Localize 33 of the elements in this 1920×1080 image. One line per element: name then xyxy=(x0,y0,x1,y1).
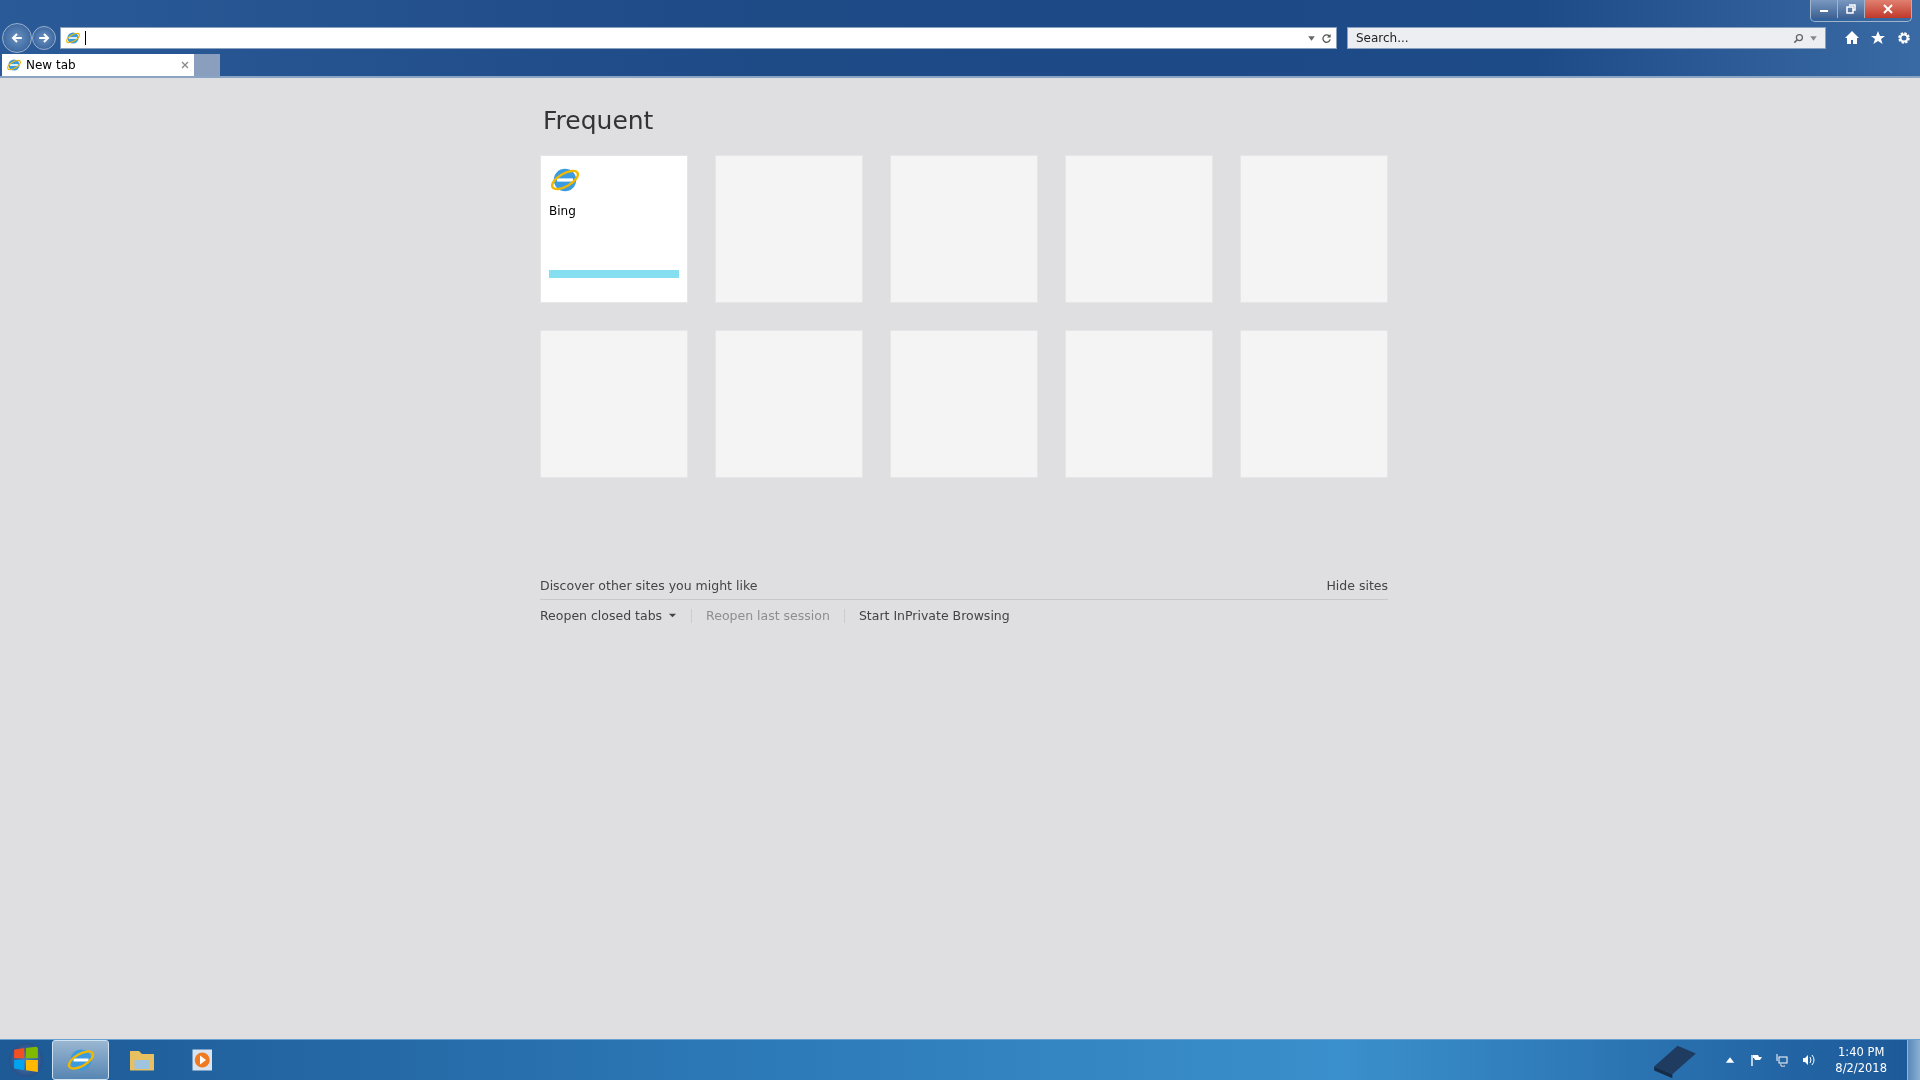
browser-tab[interactable]: New tab xyxy=(2,54,194,76)
close-icon xyxy=(1882,4,1894,14)
network-icon[interactable] xyxy=(1775,1053,1790,1067)
star-icon[interactable] xyxy=(1870,30,1886,46)
close-tab-icon[interactable] xyxy=(180,60,190,70)
restore-icon xyxy=(1845,4,1857,14)
browser-logo-icon xyxy=(6,57,22,73)
minimize-button[interactable] xyxy=(1811,0,1838,18)
site-name: Bing xyxy=(549,204,577,220)
forward-button[interactable] xyxy=(32,26,56,50)
search-bar[interactable]: Search... xyxy=(1347,27,1826,49)
action-link[interactable]: Start InPrivate Browsing xyxy=(858,608,1010,623)
discover-text: Discover other sites you might like xyxy=(540,578,758,593)
browser-logo-icon xyxy=(65,30,81,46)
flag-icon[interactable] xyxy=(1749,1053,1764,1067)
refresh-icon[interactable] xyxy=(1321,32,1332,44)
clock[interactable]: 1:40 PM 8/2/2018 xyxy=(1827,1044,1895,1076)
search-icon[interactable] xyxy=(1793,32,1804,44)
speaker-icon[interactable] xyxy=(1801,1053,1816,1067)
close-button[interactable] xyxy=(1865,0,1911,18)
windows-logo-icon xyxy=(9,1043,43,1077)
caret-icon xyxy=(668,611,678,620)
search-input[interactable]: Search... xyxy=(1354,30,1789,46)
home-icon[interactable] xyxy=(1844,30,1860,46)
text-cursor xyxy=(85,31,86,45)
settings-icon[interactable] xyxy=(1896,30,1912,46)
action-link[interactable]: Reopen closed tabs xyxy=(540,608,678,623)
hide-sites-link[interactable]: Hide sites xyxy=(1326,578,1388,593)
taskbar-app-button[interactable] xyxy=(52,1040,109,1080)
restore-button[interactable] xyxy=(1838,0,1865,18)
back-button[interactable] xyxy=(2,23,32,53)
section-heading: Frequent xyxy=(543,106,655,135)
site-tile[interactable]: Bing xyxy=(540,155,688,303)
